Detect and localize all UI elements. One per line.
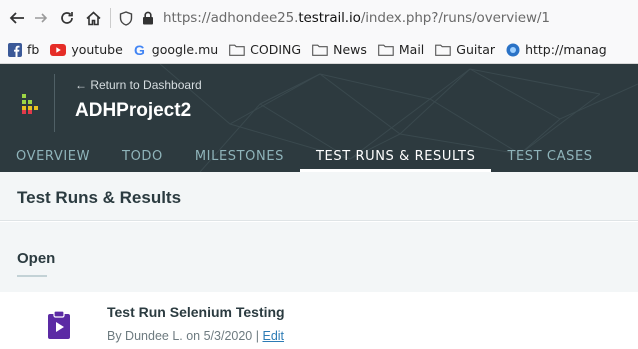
bookmark-folder-coding[interactable]: CODING	[229, 42, 301, 57]
bookmark-folder-mail[interactable]: Mail	[378, 42, 424, 57]
youtube-icon	[50, 43, 67, 56]
test-run-author-date: By Dundee L. on 5/3/2020	[107, 329, 253, 343]
tab-overview[interactable]: OVERVIEW	[0, 140, 106, 172]
page-header: Test Runs & Results	[0, 172, 638, 221]
back-button[interactable]	[4, 5, 30, 31]
testrail-logo-icon	[22, 94, 38, 114]
arrow-right-icon	[35, 13, 48, 23]
bookmark-youtube[interactable]: youtube	[50, 42, 123, 57]
bookmarks-bar: fb youtube G google.mu CODING News Mail …	[0, 36, 638, 64]
home-button[interactable]	[82, 7, 104, 29]
bookmark-label: CODING	[250, 42, 302, 57]
bookmark-fb[interactable]: fb	[8, 42, 39, 57]
shield-icon	[119, 10, 133, 26]
page-title: Test Runs & Results	[17, 188, 182, 207]
test-run-meta: By Dundee L. on 5/3/2020 | Edit	[107, 329, 284, 343]
tab-test-runs-results[interactable]: TEST RUNS & RESULTS	[299, 140, 492, 172]
url-prefix: https://adhondee25.	[163, 10, 299, 26]
home-icon	[85, 10, 101, 25]
google-icon: G	[134, 43, 147, 57]
bookmark-manage[interactable]: http://manag	[506, 42, 607, 57]
test-run-clipboard-icon	[48, 311, 70, 339]
site-security-button[interactable]	[139, 9, 157, 27]
forward-button[interactable]	[30, 7, 52, 29]
bookmark-label: fb	[27, 42, 40, 57]
tab-test-cases[interactable]: TEST CASES	[491, 140, 608, 172]
bookmark-folder-guitar[interactable]: Guitar	[435, 42, 495, 57]
bookmark-label: google.mu	[151, 42, 219, 57]
url-suffix: /index.php?/runs/overview/1	[360, 10, 550, 26]
return-to-dashboard-link[interactable]: ← Return to Dashboard	[75, 78, 202, 92]
section-underline	[17, 275, 47, 277]
facebook-icon	[8, 42, 22, 57]
address-bar[interactable]: https://adhondee25.testrail.io/index.php…	[163, 10, 550, 26]
tab-todo[interactable]: TODO	[106, 140, 179, 172]
browser-toolbar: https://adhondee25.testrail.io/index.php…	[0, 0, 638, 36]
app-header: ← Return to Dashboard ADHProject2 OVERVI…	[0, 64, 638, 172]
svg-text:G: G	[134, 43, 145, 57]
bookmark-label: Mail	[398, 42, 425, 57]
bookmark-label: http://manag	[525, 42, 607, 57]
project-tabs: OVERVIEW TODO MILESTONES TEST RUNS & RES…	[0, 140, 609, 172]
bookmark-google[interactable]: G google.mu	[134, 42, 218, 57]
bookmark-folder-news[interactable]: News	[312, 42, 367, 57]
project-name: ADHProject2	[75, 100, 192, 121]
toolbar-divider	[110, 8, 111, 28]
tracking-protection-button[interactable]	[117, 9, 135, 27]
folder-icon	[378, 44, 394, 56]
open-section: Open	[0, 222, 638, 292]
reload-icon	[61, 12, 73, 24]
header-divider	[54, 74, 55, 132]
meta-separator: |	[255, 329, 259, 343]
section-title: Open	[17, 250, 56, 267]
test-run-item: Test Run Selenium Testing By Dundee L. o…	[15, 292, 638, 349]
folder-icon	[312, 44, 328, 56]
lock-icon	[143, 11, 153, 25]
test-run-title-link[interactable]: Test Run Selenium Testing	[107, 304, 285, 320]
bookmark-label: News	[333, 42, 367, 57]
folder-icon	[229, 44, 245, 56]
globe-icon	[506, 43, 520, 57]
edit-run-link[interactable]: Edit	[262, 329, 284, 343]
arrow-left-icon	[9, 12, 24, 24]
reload-button[interactable]	[56, 7, 78, 29]
url-host: testrail.io	[298, 10, 361, 26]
bookmark-label: youtube	[71, 42, 123, 57]
folder-icon	[435, 44, 452, 56]
tab-milestones[interactable]: MILESTONES	[179, 140, 300, 172]
bookmark-label: Guitar	[456, 42, 496, 57]
